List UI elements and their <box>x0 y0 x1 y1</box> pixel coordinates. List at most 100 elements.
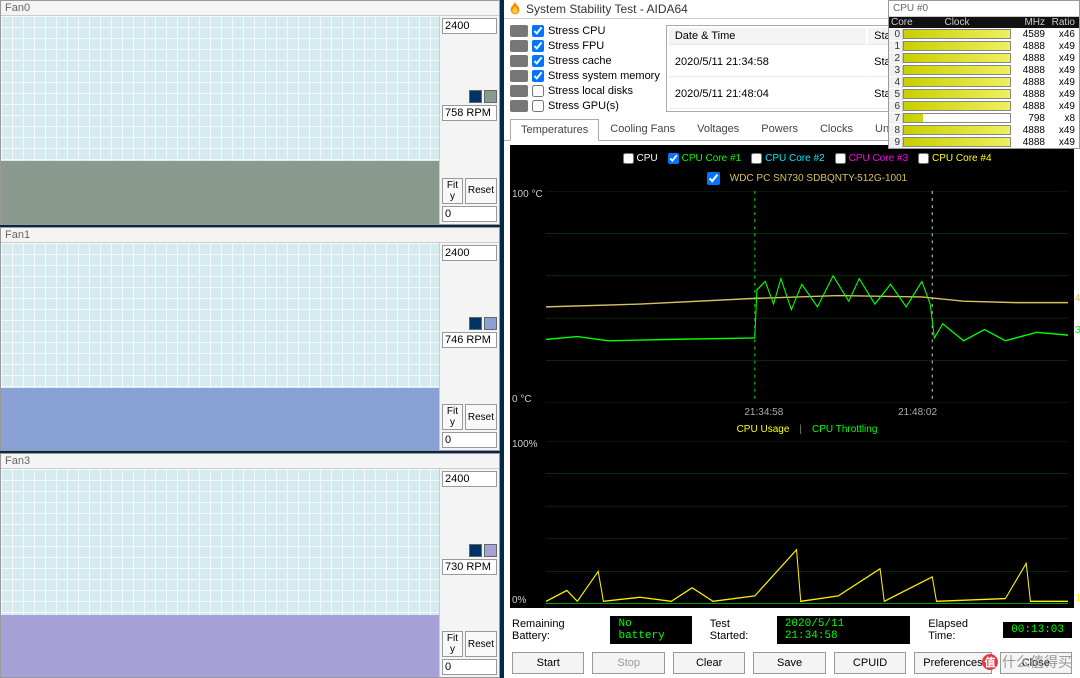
tab-voltages[interactable]: Voltages <box>686 118 750 140</box>
cpu-mhz: 4888 <box>1011 101 1047 112</box>
cpu-core-idx: 2 <box>889 53 903 64</box>
cpu-clock-bar <box>903 41 1011 51</box>
cpu-ratio: x49 <box>1047 137 1079 148</box>
preferences-button[interactable]: Preferences <box>914 652 991 674</box>
fan-max-input[interactable] <box>442 245 497 261</box>
fan-reset-button[interactable]: Reset <box>465 631 497 657</box>
cpu-mhz: 4589 <box>1011 29 1047 40</box>
fan-controls: Fit y Reset <box>439 469 499 677</box>
fan-panel-2: Fan3 Fit y Reset <box>0 453 500 678</box>
fan-reset-button[interactable]: Reset <box>465 404 497 430</box>
fan-min-input[interactable] <box>442 206 497 222</box>
chart1-legend-item[interactable]: CPU Core #4 <box>918 153 991 164</box>
cpu-mhz: 4888 <box>1011 65 1047 76</box>
chart1-y-top: 100 °C <box>512 189 543 200</box>
chart2-legend: CPU Usage | CPU Throttling <box>546 422 1068 437</box>
fan-max-input[interactable] <box>442 18 497 34</box>
fan-min-input[interactable] <box>442 432 497 448</box>
cpu-panel-header: CoreClockMHzRatio <box>889 17 1079 28</box>
log-col-datetime[interactable]: Date & Time <box>669 28 866 45</box>
stress-item-4[interactable]: Stress local disks <box>510 85 660 97</box>
fan-graph[interactable] <box>1 469 439 677</box>
cpu-clock-bar <box>903 137 1011 147</box>
chart1-legend-item[interactable]: CPU Core #3 <box>835 153 908 164</box>
stress-checkbox[interactable] <box>532 55 544 67</box>
stress-checkbox[interactable] <box>532 100 544 112</box>
chart2-endlabel-a: 1% <box>1076 593 1080 604</box>
stress-item-5[interactable]: Stress GPU(s) <box>510 100 660 112</box>
stress-checkbox[interactable] <box>532 40 544 52</box>
cpu-clock-bar <box>903 77 1011 87</box>
cpu-core-row: 8 4888 x49 <box>889 124 1079 136</box>
remaining-battery-value: No battery <box>610 616 691 644</box>
chart1-legend-item[interactable]: CPU <box>623 153 658 164</box>
chart1-sublegend-checkbox[interactable] <box>707 172 720 185</box>
stress-options: Stress CPU Stress FPU Stress cache Stres… <box>510 25 660 112</box>
start-button[interactable]: Start <box>512 652 584 674</box>
tab-cooling fans[interactable]: Cooling Fans <box>599 118 686 140</box>
cpu-ratio: x49 <box>1047 77 1079 88</box>
cpu-mhz: 4888 <box>1011 41 1047 52</box>
cpu-core-row: 1 4888 x49 <box>889 40 1079 52</box>
hardware-icon <box>510 70 528 82</box>
stress-label: Stress GPU(s) <box>548 100 619 112</box>
stop-button[interactable]: Stop <box>592 652 664 674</box>
tab-powers[interactable]: Powers <box>750 118 809 140</box>
cpu-mhz: 4888 <box>1011 89 1047 100</box>
fan-swatch1[interactable] <box>469 544 482 557</box>
fan-fity-button[interactable]: Fit y <box>442 631 463 657</box>
cpu-core-idx: 5 <box>889 89 903 100</box>
save-button[interactable]: Save <box>753 652 825 674</box>
fan-column: Fan0 Fit y Reset Fan <box>0 0 500 678</box>
cpu-core-row: 9 4888 x49 <box>889 136 1079 148</box>
cpu-ratio: x49 <box>1047 53 1079 64</box>
fan-graph[interactable] <box>1 16 439 224</box>
cpu-clock-bar <box>903 101 1011 111</box>
fan-fity-button[interactable]: Fit y <box>442 178 463 204</box>
stress-checkbox[interactable] <box>532 25 544 37</box>
flame-icon <box>508 2 522 16</box>
fan-swatch1[interactable] <box>469 317 482 330</box>
close-button[interactable]: Close <box>1000 652 1072 674</box>
cpu-mhz: 4888 <box>1011 125 1047 136</box>
cpu-ratio: x49 <box>1047 89 1079 100</box>
fan-swatch2[interactable] <box>484 317 497 330</box>
chart1-endlabel-a: 47 <box>1075 293 1080 304</box>
cpu-core-idx: 1 <box>889 41 903 52</box>
chart1-endlabel-b: 32 <box>1075 325 1080 336</box>
stress-item-3[interactable]: Stress system memory <box>510 70 660 82</box>
cpu-core-row: 0 4589 x46 <box>889 28 1079 40</box>
chart2-y-bot: 0% <box>512 595 526 606</box>
fan-max-input[interactable] <box>442 471 497 487</box>
cpu-core-idx: 8 <box>889 125 903 136</box>
fan-swatch2[interactable] <box>484 544 497 557</box>
chart1-legend-item[interactable]: CPU Core #2 <box>751 153 824 164</box>
hardware-icon <box>510 55 528 67</box>
fan-controls: Fit y Reset <box>439 16 499 224</box>
tab-clocks[interactable]: Clocks <box>809 118 864 140</box>
stress-item-2[interactable]: Stress cache <box>510 55 660 67</box>
cpu-clock-bar <box>903 89 1011 99</box>
stress-checkbox[interactable] <box>532 70 544 82</box>
tab-temperatures[interactable]: Temperatures <box>510 119 599 141</box>
remaining-battery-label: Remaining Battery: <box>512 618 604 642</box>
stress-item-0[interactable]: Stress CPU <box>510 25 660 37</box>
fan-swatch1[interactable] <box>469 90 482 103</box>
fan-min-input[interactable] <box>442 659 497 675</box>
fan-panel-1: Fan1 Fit y Reset <box>0 227 500 452</box>
chart2-y-top: 100% <box>512 439 538 450</box>
fan-reset-button[interactable]: Reset <box>465 178 497 204</box>
cpu-core-idx: 9 <box>889 137 903 148</box>
chart1-legend-item[interactable]: CPU Core #1 <box>668 153 741 164</box>
clear-button[interactable]: Clear <box>673 652 745 674</box>
elapsed-time-label: Elapsed Time: <box>928 618 997 642</box>
fan-swatch2[interactable] <box>484 90 497 103</box>
chart1 <box>546 191 1068 403</box>
cpu-mhz: 4888 <box>1011 77 1047 88</box>
cpuid-button[interactable]: CPUID <box>834 652 906 674</box>
stress-checkbox[interactable] <box>532 85 544 97</box>
chart1-y-bot: 0 °C <box>512 394 532 405</box>
stress-item-1[interactable]: Stress FPU <box>510 40 660 52</box>
fan-graph[interactable] <box>1 243 439 451</box>
fan-fity-button[interactable]: Fit y <box>442 404 463 430</box>
